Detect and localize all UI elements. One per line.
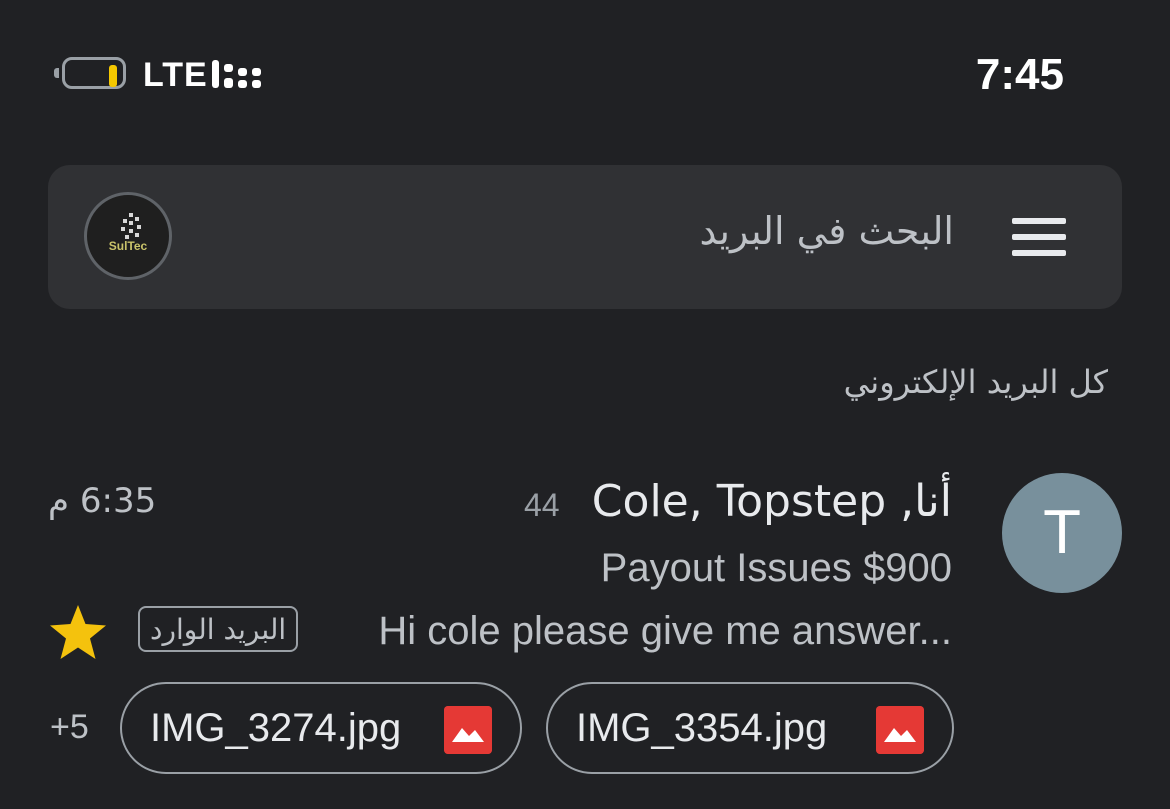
hamburger-menu-icon[interactable] (1012, 218, 1066, 256)
status-time: 7:45 (975, 50, 1064, 99)
star-icon[interactable] (48, 603, 108, 661)
battery-icon (54, 57, 130, 93)
account-avatar[interactable]: SulTec (84, 192, 172, 280)
search-input[interactable]: البحث في البريد (699, 209, 954, 253)
network-type: LTE (143, 56, 208, 94)
attachment-chip[interactable]: IMG_3354.jpg (546, 682, 954, 774)
account-logo-icon (121, 213, 141, 239)
attachment-name: IMG_3354.jpg (576, 706, 828, 750)
account-brand-text: SulTec (108, 239, 148, 253)
thread-count: 44 (524, 487, 560, 523)
email-snippet[interactable]: Hi cole please give me answer... (378, 609, 952, 654)
inbox-label-chip: البريد الوارد (138, 606, 299, 652)
more-attachments-count: +5 (50, 708, 89, 746)
mailbox-label: كل البريد الإلكتروني (843, 363, 1108, 401)
image-icon (876, 706, 924, 754)
signal-icon (212, 58, 264, 92)
email-senders[interactable]: أنا, Cole, Topstep (592, 476, 952, 527)
attachment-chip[interactable]: IMG_3274.jpg (120, 682, 522, 774)
email-time: 6:35 م (48, 481, 157, 521)
sender-avatar[interactable]: T (1002, 473, 1122, 593)
image-icon (444, 706, 492, 754)
search-bar[interactable]: SulTec البحث في البريد (48, 165, 1122, 309)
attachment-name: IMG_3274.jpg (150, 706, 402, 750)
email-subject[interactable]: Payout Issues $900 (601, 546, 952, 591)
